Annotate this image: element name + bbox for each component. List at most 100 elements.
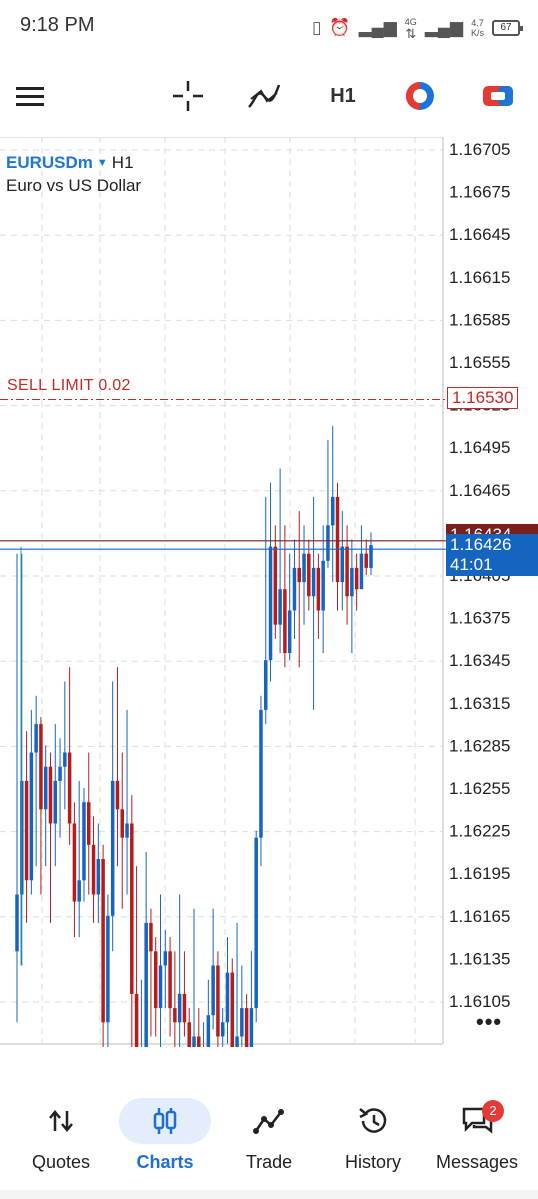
candle-body [182,993,187,1023]
candle-body [359,553,364,590]
candle-body [345,546,349,597]
candle-body [72,823,77,902]
candle-body [168,951,172,1009]
candle-body [283,589,287,654]
nav-trade[interactable]: Trade [215,1090,323,1190]
objects-button[interactable] [400,76,440,116]
price-tick-label: 1.16225 [449,822,510,841]
candle-body [211,965,215,1016]
net-speed: 4.7 K/s [471,18,484,38]
candle-body [101,859,105,1023]
bid-price: 1.16426 [450,535,512,554]
symbol-name[interactable]: EURUSDm [6,153,93,173]
candle-body [106,915,110,1023]
candle-body [149,922,153,952]
candle-body [321,560,325,611]
candle-body [144,922,148,1047]
net-speed-unit: K/s [470,28,484,38]
nav-messages[interactable]: 2 Messages [423,1090,531,1190]
candle-body [15,894,19,952]
price-tick-label: 1.16465 [449,481,510,500]
candle-body [53,780,58,824]
nav-charts[interactable]: Charts [111,1090,219,1190]
price-tick-label: 1.16165 [449,907,510,926]
nav-history-label: History [344,1152,401,1172]
gesture-bar [0,1190,538,1199]
symbol-header[interactable]: EURUSDm ▼ H1 Euro vs US Dollar [6,153,141,196]
chart-area[interactable]: 1.16705 1.16675 1.16645 1.16615 1.16585 1.165… [0,137,538,1047]
battery-icon: 67 [492,20,523,36]
price-tick-label: 1.16285 [449,736,510,755]
menu-button[interactable] [10,76,50,116]
quotes-icon [15,1098,107,1144]
trade-icon [223,1098,315,1144]
price-tick-label: 1.16585 [449,310,510,329]
candle-body [235,1036,239,1047]
candle-body [87,802,91,845]
candle-body [302,553,306,583]
candle-body [354,567,359,590]
status-icons: ▯ ⏰ ▂▄▆ 4G ⇅ ▂▄▆ 4.7 K/s 67 [312,14,523,42]
candle-body [63,752,67,767]
candle-body [77,880,81,902]
more-options-icon[interactable]: ••• [476,1009,502,1035]
candle-body [287,610,292,654]
candle-body [91,844,96,895]
data-arrows-icon: ⇅ [405,25,417,41]
symbol-line: EURUSDm ▼ H1 [6,153,141,173]
trade-button[interactable] [478,76,518,116]
chevron-down-icon[interactable]: ▼ [97,157,108,169]
candle-body [130,823,134,994]
nav-messages-label: Messages [435,1152,519,1172]
price-tick-label: 1.16705 [449,140,510,159]
candle-body [364,553,368,568]
price-tick-label: 1.16255 [449,779,510,798]
vibrate-icon: ▯ [312,18,322,37]
price-tick-label: 1.16555 [449,353,510,372]
candle-body [240,1008,244,1037]
sell-limit-price-tag: 1.16530 [447,387,519,409]
status-time: 9:18 PM [20,14,95,36]
candle-body [58,766,62,781]
candle-body [230,972,235,1047]
candle-body [24,780,29,881]
candle-body [278,589,282,625]
indicators-icon [248,84,281,108]
symbol-description: Euro vs US Dollar [6,176,142,195]
candle-body [350,567,354,597]
price-chart[interactable]: 1.16705 1.16675 1.16645 1.16615 1.16585 1.165… [0,137,538,1047]
indicators-button[interactable] [244,76,284,116]
nav-history[interactable]: History [319,1090,427,1190]
price-tick-label: 1.16345 [449,651,510,670]
candle-body [48,766,53,824]
crosshair-button[interactable] [168,76,208,116]
candle-body [192,1036,196,1047]
candle-body [187,1022,191,1047]
candle-body [220,1022,225,1037]
sell-limit-label[interactable]: SELL LIMIT 0.02 [7,377,131,395]
candle-body [340,546,345,583]
candle-body [225,972,230,1023]
nav-quotes[interactable]: Quotes [7,1090,115,1190]
candle-body [177,993,182,1023]
candle-body [134,993,139,1047]
timeframe-button[interactable]: H1 [323,76,363,116]
candle-body [125,823,129,838]
charts-icon [119,1098,211,1144]
menu-icon [16,87,44,106]
candle-body [115,780,120,810]
network-type: 4G ⇅ [405,17,417,40]
new-order-icon [483,86,513,106]
candle-body [330,496,335,526]
history-icon [327,1098,419,1144]
symbol-timeframe: H1 [111,153,134,172]
candle-body [254,837,258,1009]
bottom-navigation: Quotes Charts Trade History 2 Messages [0,1090,538,1190]
candle-body [158,965,163,1009]
price-tick-label: 1.16135 [449,949,510,968]
price-tick-label: 1.16675 [449,183,510,202]
candle-body [67,752,72,824]
candle-body [311,567,316,597]
candle-body [264,660,268,710]
bid-price-tag: 1.16426 41:01 [446,534,538,576]
